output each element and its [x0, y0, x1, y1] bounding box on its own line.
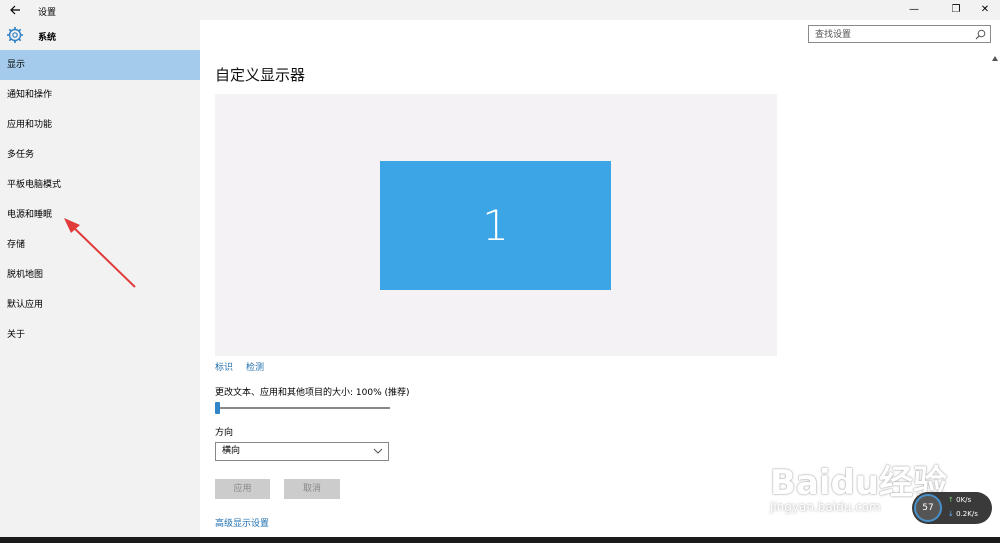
sidebar-item-notifications[interactable]: 通知和操作: [0, 80, 200, 110]
watermark-url: jingyan.baidu.com: [770, 500, 881, 514]
apply-button[interactable]: 应用: [215, 479, 270, 499]
scale-slider-track[interactable]: [217, 407, 390, 409]
window-title: 设置: [38, 8, 57, 18]
sidebar-nav: 显示 通知和操作 应用和功能 多任务 平板电脑模式 电源和睡眠 存储 脱机地图 …: [0, 50, 200, 350]
minimize-button[interactable]: —: [906, 2, 922, 18]
back-arrow-icon[interactable]: [8, 3, 22, 17]
monitor-1[interactable]: 1: [380, 161, 611, 290]
download-speed-value: 0.2K/s: [956, 510, 978, 518]
sidebar-item-default-apps[interactable]: 默认应用: [0, 290, 200, 320]
search-icon[interactable]: [975, 29, 986, 40]
page-title: 自定义显示器: [215, 66, 306, 84]
title-bar: 设置 — ❐ ✕: [0, 0, 1000, 20]
scale-slider-thumb[interactable]: [215, 402, 220, 414]
sidebar-item-display[interactable]: 显示: [0, 50, 200, 80]
upload-arrow-icon: ↑: [948, 496, 954, 504]
net-percent: 57: [914, 494, 942, 522]
sidebar-item-apps[interactable]: 应用和功能: [0, 110, 200, 140]
search-placeholder: 查找设置: [815, 30, 852, 40]
detect-link[interactable]: 检测: [246, 360, 264, 373]
orientation-label: 方向: [215, 428, 234, 438]
identify-link[interactable]: 标识: [215, 360, 233, 373]
sidebar-item-tablet-mode[interactable]: 平板电脑模式: [0, 170, 200, 200]
taskbar: [0, 537, 1000, 543]
upload-speed-value: 0K/s: [956, 496, 972, 504]
download-arrow-icon: ↓: [948, 510, 954, 518]
sidebar-item-about[interactable]: 关于: [0, 320, 200, 350]
section-title: 系统: [38, 33, 57, 43]
network-speed-widget[interactable]: 57 ↑ 0K/s ↓ 0.2K/s: [912, 492, 992, 524]
orientation-dropdown[interactable]: 横向: [215, 442, 389, 461]
system-header: 系统: [0, 20, 200, 50]
close-button[interactable]: ✕: [977, 2, 993, 18]
annotation-arrow-icon: [64, 218, 136, 288]
display-preview: 1: [215, 94, 777, 356]
restore-button[interactable]: ❐: [948, 2, 964, 18]
scale-label: 更改文本、应用和其他项目的大小: 100% (推荐): [215, 388, 410, 398]
chevron-down-icon: [373, 448, 383, 454]
scrollbar[interactable]: [992, 52, 998, 537]
advanced-display-settings-link[interactable]: 高级显示设置: [215, 516, 269, 529]
download-speed: ↓ 0.2K/s: [948, 510, 978, 518]
sidebar-item-multitasking[interactable]: 多任务: [0, 140, 200, 170]
search-input[interactable]: 查找设置: [808, 25, 991, 43]
gear-icon: [7, 27, 23, 43]
upload-speed: ↑ 0K/s: [948, 496, 971, 504]
cancel-button[interactable]: 取消: [284, 479, 340, 499]
orientation-value: 横向: [222, 446, 241, 456]
